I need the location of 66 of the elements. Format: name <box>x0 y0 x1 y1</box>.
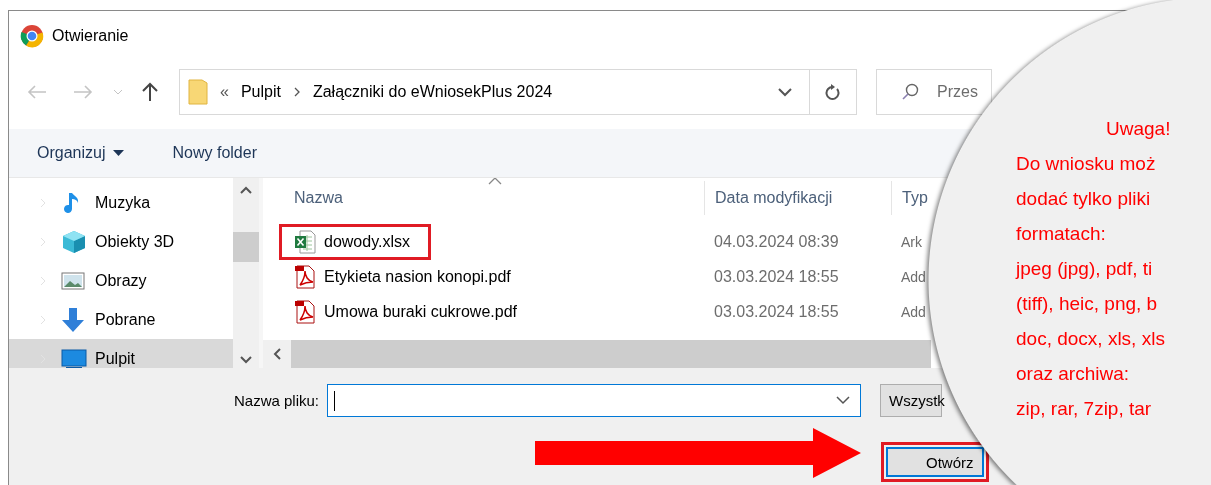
download-arrow-icon <box>61 306 85 333</box>
browser-logo-icon <box>20 23 44 48</box>
pdf-file-icon <box>294 299 316 324</box>
organize-menu[interactable]: Organizuj <box>37 144 125 162</box>
overflow-chevrons[interactable]: « <box>220 82 229 101</box>
callout-line: dodać tylko pliki <box>1016 187 1152 211</box>
column-header[interactable]: Typ <box>891 181 931 215</box>
window-title: Otwieranie <box>52 26 129 45</box>
scrollbar-thumb[interactable] <box>233 232 259 262</box>
new-folder-button[interactable]: Nowy folder <box>172 144 257 162</box>
callout-line: zip, rar, 7zip, tar <box>1016 397 1153 421</box>
sort-caret-icon <box>488 178 502 185</box>
breadcrumb[interactable]: Pulpit <box>240 82 281 101</box>
spreadsheet-file-icon <box>294 229 316 254</box>
file-item[interactable]: Etykieta nasion konopi.pdf <box>279 258 532 295</box>
file-item[interactable]: Umowa buraki cukrowe.pdf <box>279 293 538 330</box>
date-cell-text: 04.03.2024 08:39 <box>713 232 840 251</box>
search-field[interactable]: Przes <box>876 68 992 115</box>
file-name-field[interactable] <box>327 384 861 417</box>
forward-arrow-icon[interactable] <box>73 83 93 100</box>
scroll-left-icon[interactable] <box>273 348 281 360</box>
date-cell-text: 03.03.2024 18:55 <box>713 267 840 286</box>
nav-item[interactable]: Obiekty 3D <box>9 222 233 261</box>
nav-item[interactable]: Obrazy <box>9 261 233 300</box>
arrow-icon <box>535 428 861 478</box>
file-name-label: Nazwa pliku: <box>232 392 320 409</box>
callout-line: oraz archiwa: <box>1016 362 1130 386</box>
callout-line: formatach: <box>1016 222 1107 246</box>
chevron-down-icon[interactable] <box>777 86 793 97</box>
file-item[interactable]: dowody.xlsx <box>279 223 431 260</box>
up-arrow-icon[interactable] <box>141 81 159 102</box>
scroll-down-icon[interactable] <box>240 356 252 364</box>
column-header[interactable]: Data modyfikacji <box>704 181 891 215</box>
expand-chevron-icon[interactable] <box>39 197 47 208</box>
date-cell-text: 03.03.2024 18:55 <box>713 302 840 321</box>
refresh-icon <box>825 82 841 101</box>
chevron-right-icon <box>292 86 301 97</box>
music-note-icon <box>61 190 81 215</box>
search-icon <box>901 82 919 101</box>
callout-line: jpeg (jpg), pdf, ti <box>1016 257 1154 281</box>
nav-item[interactable]: Muzyka <box>9 183 233 222</box>
scrollbar-thumb[interactable] <box>291 340 931 368</box>
cube-icon <box>61 228 87 255</box>
nav-item[interactable]: Pobrane <box>9 300 233 339</box>
nav-item[interactable]: Pulpit <box>9 339 233 368</box>
dropdown-triangle-icon <box>113 149 125 157</box>
callout-heading: Uwaga! <box>1105 117 1172 141</box>
type-cell-text: Add <box>900 268 926 285</box>
chevron-down-icon[interactable] <box>836 396 850 405</box>
pdf-file-icon <box>294 264 316 289</box>
callout-line: Do wniosku moż <box>1016 152 1157 176</box>
type-cell-text: Ark <box>900 233 922 250</box>
monitor-icon <box>61 347 87 368</box>
folder-icon <box>188 78 208 105</box>
expand-chevron-icon[interactable] <box>39 275 47 286</box>
scroll-up-icon[interactable] <box>240 186 252 194</box>
callout-line: (tiff), heic, png, b <box>1016 292 1159 316</box>
breadcrumb[interactable]: Załączniki do eWniosekPlus 2024 <box>312 82 553 101</box>
expand-chevron-icon[interactable] <box>39 236 47 247</box>
open-button[interactable]: Otwórz <box>886 447 984 477</box>
back-arrow-icon[interactable] <box>27 83 47 100</box>
column-header[interactable]: Nazwa <box>263 178 704 218</box>
picture-icon <box>61 270 85 291</box>
callout-line: doc, docx, xls, xls <box>1016 327 1166 351</box>
type-cell-text: Add <box>900 303 926 320</box>
expand-chevron-icon[interactable] <box>39 314 47 325</box>
